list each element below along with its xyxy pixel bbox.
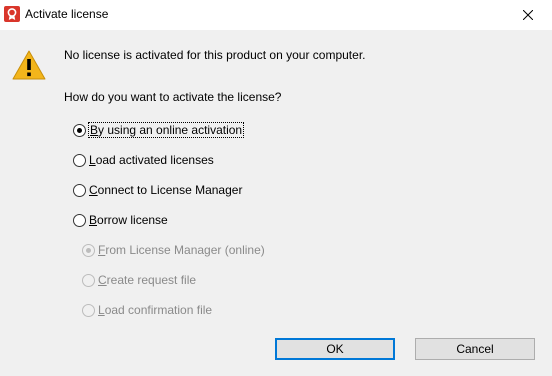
radio-label-load-confirmation-file: Load confirmation file [98, 303, 212, 317]
radio-online-activation[interactable]: By using an online activation [73, 121, 245, 139]
radio-load-activated-licenses[interactable]: Load activated licenses [73, 151, 214, 169]
mnemonic-key: L [89, 153, 96, 167]
label-rest: oad confirmation file [104, 303, 213, 317]
radio-label-create-request-file: Create request file [98, 273, 196, 287]
mnemonic-key: C [89, 183, 98, 197]
label-rest: orrow license [97, 213, 168, 227]
radio-label-connect-license-manager: Connect to License Manager [89, 183, 242, 197]
radio-load-confirmation-file[interactable]: Load confirmation file [82, 301, 212, 319]
mnemonic-key: B [90, 123, 99, 137]
activation-question: How do you want to activate the license? [64, 90, 282, 104]
radio-borrow-from-license-manager[interactable]: From License Manager (online) [82, 241, 265, 259]
mnemonic-key: C [98, 273, 107, 287]
label-rest: reate request file [106, 273, 197, 287]
radio-button[interactable] [73, 183, 86, 197]
mnemonic-key: L [98, 303, 105, 317]
radio-button[interactable] [82, 243, 95, 257]
warning-icon [12, 50, 46, 80]
radio-label-online-activation: By using an online activation [87, 122, 245, 138]
radio-label-borrow-license: Borrow license [89, 213, 168, 227]
radio-button[interactable] [73, 123, 86, 137]
label-rest: y using an online activation [98, 123, 243, 137]
radio-button[interactable] [73, 213, 86, 227]
no-license-message: No license is activated for this product… [64, 48, 366, 62]
radio-connect-license-manager[interactable]: Connect to License Manager [73, 181, 242, 199]
radio-button[interactable] [82, 273, 95, 287]
license-app-icon [4, 6, 20, 22]
radio-label-from-license-manager: From License Manager (online) [98, 243, 265, 257]
label-rest: oad activated licenses [95, 153, 214, 167]
radio-button[interactable] [82, 303, 95, 317]
close-icon [523, 10, 533, 20]
radio-borrow-license[interactable]: Borrow license [73, 211, 168, 229]
radio-create-request-file[interactable]: Create request file [82, 271, 196, 289]
window-title: Activate license [25, 7, 109, 21]
radio-button[interactable] [73, 153, 86, 167]
ok-button[interactable]: OK [275, 338, 395, 360]
close-button[interactable] [506, 0, 552, 30]
mnemonic-key: B [89, 213, 98, 227]
activate-license-dialog: Activate license No license is activated… [0, 0, 552, 376]
radio-label-load-activated-licenses: Load activated licenses [89, 153, 214, 167]
label-rest: rom License Manager (online) [105, 243, 265, 257]
cancel-button[interactable]: Cancel [415, 338, 535, 360]
title-bar[interactable]: Activate license [0, 0, 552, 30]
label-rest: onnect to License Manager [97, 183, 243, 197]
